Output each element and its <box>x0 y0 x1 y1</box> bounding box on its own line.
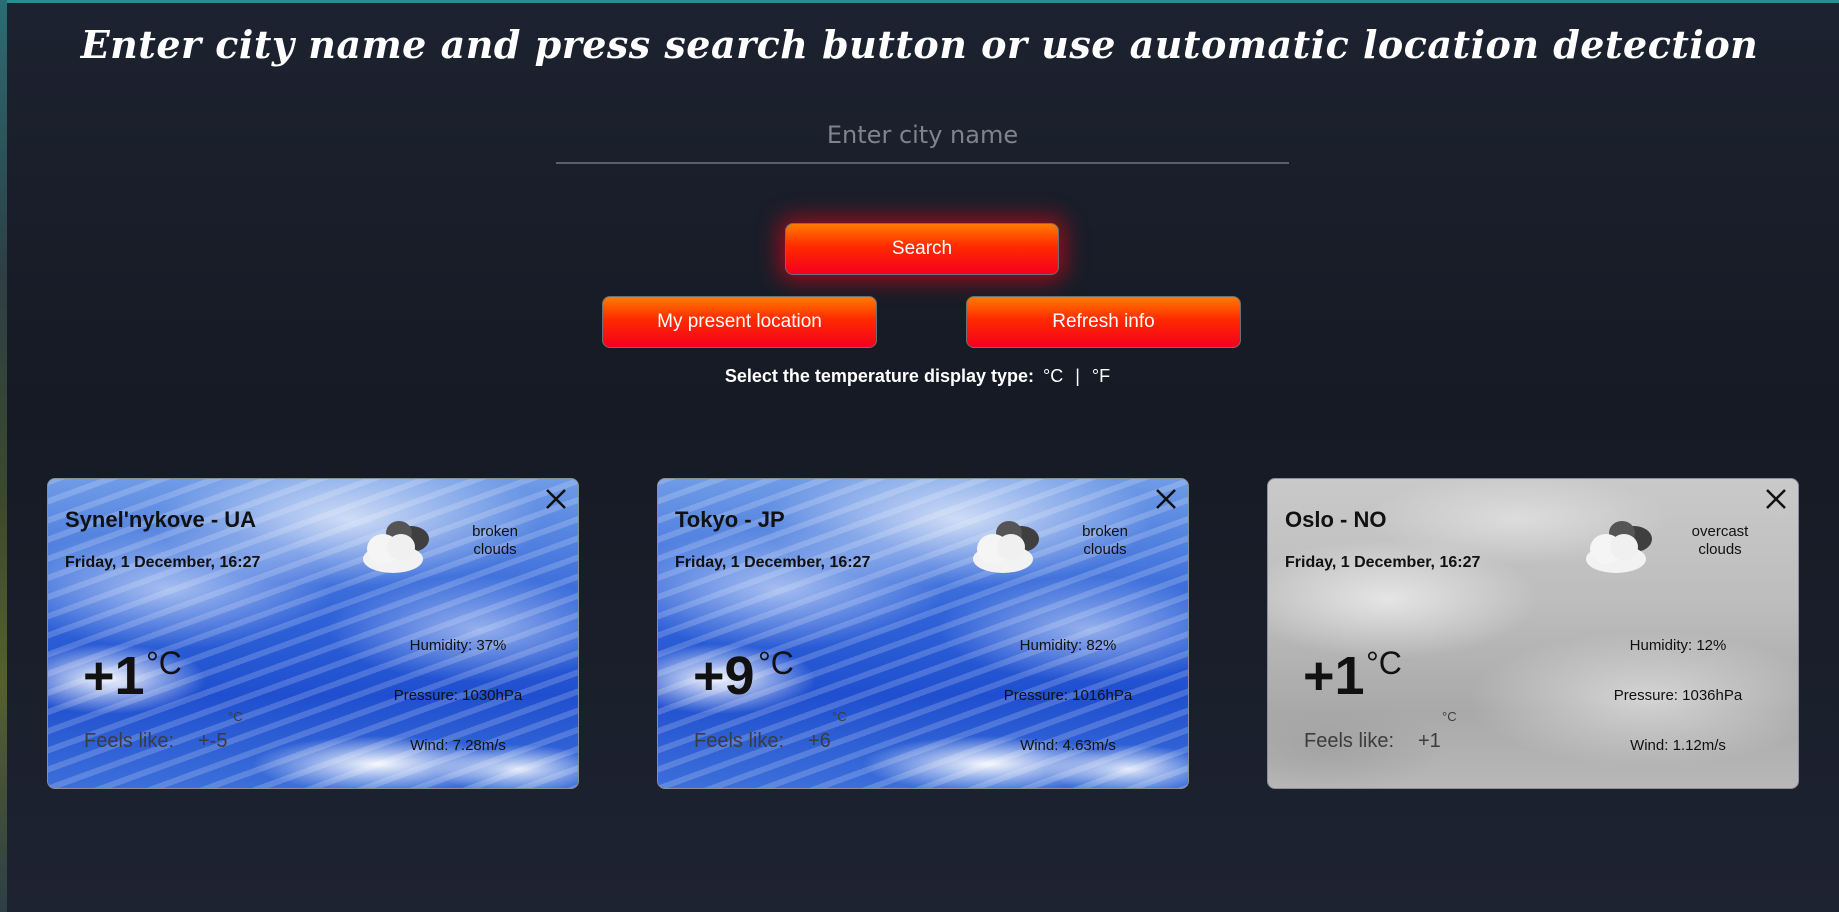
city-search-input[interactable] <box>556 108 1289 164</box>
close-icon[interactable] <box>1150 483 1182 515</box>
wind: Wind: 7.28m/s <box>410 737 506 754</box>
feels-like-value: +6 <box>808 730 831 752</box>
search-button[interactable]: Search <box>785 223 1059 275</box>
pressure: Pressure: 1016hPa <box>1003 687 1133 704</box>
celsius-toggle[interactable]: °C <box>1039 366 1067 386</box>
pressure: Pressure: 1030hPa <box>393 687 523 704</box>
feels-like-label: Feels like: <box>84 730 175 752</box>
pressure: Pressure: 1036hPa <box>1613 687 1743 704</box>
condition-description: overcast clouds <box>1673 523 1767 559</box>
weather-card-oslo: Oslo - NO Friday, 1 December, 16:27 over… <box>1267 478 1799 789</box>
condition-line-1: broken <box>472 523 518 540</box>
left-window-edge <box>0 0 7 912</box>
feels-like-unit: °C <box>228 709 243 724</box>
weather-card-tokyo: Tokyo - JP Friday, 1 December, 16:27 bro… <box>657 478 1189 789</box>
current-temperature: +1 <box>1303 646 1365 706</box>
current-temperature: +1 <box>83 646 145 706</box>
weather-card-synelnykove: Synel'nykove - UA Friday, 1 December, 16… <box>47 478 579 789</box>
condition-description: broken clouds <box>448 523 542 559</box>
broken-clouds-icon <box>973 521 1039 573</box>
humidity: Humidity: 12% <box>1629 637 1727 654</box>
humidity: Humidity: 37% <box>409 637 507 654</box>
my-location-button[interactable]: My present location <box>602 296 877 348</box>
overcast-clouds-icon <box>1586 521 1652 573</box>
city-name: Oslo - NO <box>1285 507 1387 532</box>
card-date: Friday, 1 December, 16:27 <box>65 554 261 571</box>
feels-like-label: Feels like: <box>1304 730 1395 752</box>
top-accent-line <box>0 0 1839 3</box>
condition-line-2: clouds <box>1698 541 1742 558</box>
temperature-unit: °C <box>146 645 182 681</box>
condition-line-1: broken <box>1082 523 1128 540</box>
temperature-unit: °C <box>1366 645 1402 681</box>
close-icon[interactable] <box>1760 483 1792 515</box>
feels-like-value: +-5 <box>198 730 228 752</box>
card-date: Friday, 1 December, 16:27 <box>1285 554 1481 571</box>
page-title: Enter city name and press search button … <box>80 22 1759 67</box>
feels-like-value: +1 <box>1418 730 1441 752</box>
city-name: Synel'nykove - UA <box>65 507 257 532</box>
broken-clouds-icon <box>363 521 429 573</box>
temperature-unit-selector: Select the temperature display type: °C … <box>0 366 1839 387</box>
refresh-button[interactable]: Refresh info <box>966 296 1241 348</box>
feels-like-unit: °C <box>832 709 847 724</box>
temp-unit-label: Select the temperature display type: <box>724 366 1034 386</box>
condition-line-1: overcast <box>1691 523 1749 540</box>
condition-line-2: clouds <box>473 541 517 558</box>
condition-line-2: clouds <box>1083 541 1127 558</box>
wind: Wind: 1.12m/s <box>1630 737 1726 754</box>
temperature-unit: °C <box>758 645 794 681</box>
current-temperature: +9 <box>693 646 755 706</box>
close-icon[interactable] <box>540 483 572 515</box>
feels-like-label: Feels like: <box>694 730 785 752</box>
fahrenheit-toggle[interactable]: °F <box>1088 366 1114 386</box>
feels-like-unit: °C <box>1442 709 1457 724</box>
card-date: Friday, 1 December, 16:27 <box>675 554 871 571</box>
unit-separator: | <box>1075 366 1080 386</box>
humidity: Humidity: 82% <box>1019 637 1117 654</box>
condition-description: broken clouds <box>1058 523 1152 559</box>
wind: Wind: 4.63m/s <box>1020 737 1116 754</box>
city-name: Tokyo - JP <box>675 507 785 532</box>
